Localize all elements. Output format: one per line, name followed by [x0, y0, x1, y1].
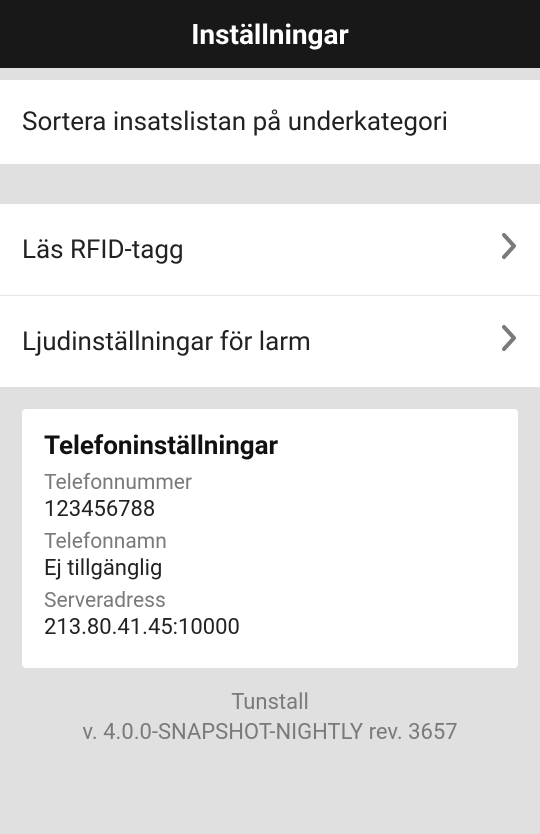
row-read-rfid[interactable]: Läs RFID-tagg	[0, 204, 540, 295]
footer-brand: Tunstall	[0, 688, 540, 718]
server-address-label: Serveradress	[44, 589, 496, 613]
card-title: Telefoninställningar	[44, 431, 496, 461]
phone-number-value: 123456788	[44, 497, 496, 522]
page-title: Inställningar	[191, 18, 349, 51]
phone-number-label: Telefonnummer	[44, 471, 496, 495]
settings-list-2: Läs RFID-tagg Ljudinställningar för larm	[0, 204, 540, 387]
row-sound-settings[interactable]: Ljudinställningar för larm	[0, 295, 540, 387]
chevron-right-icon	[500, 231, 518, 268]
footer-version: v. 4.0.0-SNAPSHOT-NIGHTLY rev. 3657	[0, 718, 540, 748]
row-label: Läs RFID-tagg	[22, 235, 184, 265]
footer: Tunstall v. 4.0.0-SNAPSHOT-NIGHTLY rev. …	[0, 688, 540, 747]
server-address-value: 213.80.41.45:10000	[44, 615, 496, 640]
phone-settings-card: Telefoninställningar Telefonnummer 12345…	[22, 409, 518, 668]
settings-list-1: Sortera insatslistan på underkategori	[0, 80, 540, 164]
chevron-right-icon	[500, 323, 518, 360]
row-label: Ljudinställningar för larm	[22, 327, 311, 357]
row-sort-subcategory[interactable]: Sortera insatslistan på underkategori	[0, 80, 540, 164]
row-label: Sortera insatslistan på underkategori	[22, 107, 448, 137]
phone-name-label: Telefonnamn	[44, 530, 496, 554]
phone-name-value: Ej tillgänglig	[44, 556, 496, 581]
header: Inställningar	[0, 0, 540, 68]
section-gap	[0, 164, 540, 192]
